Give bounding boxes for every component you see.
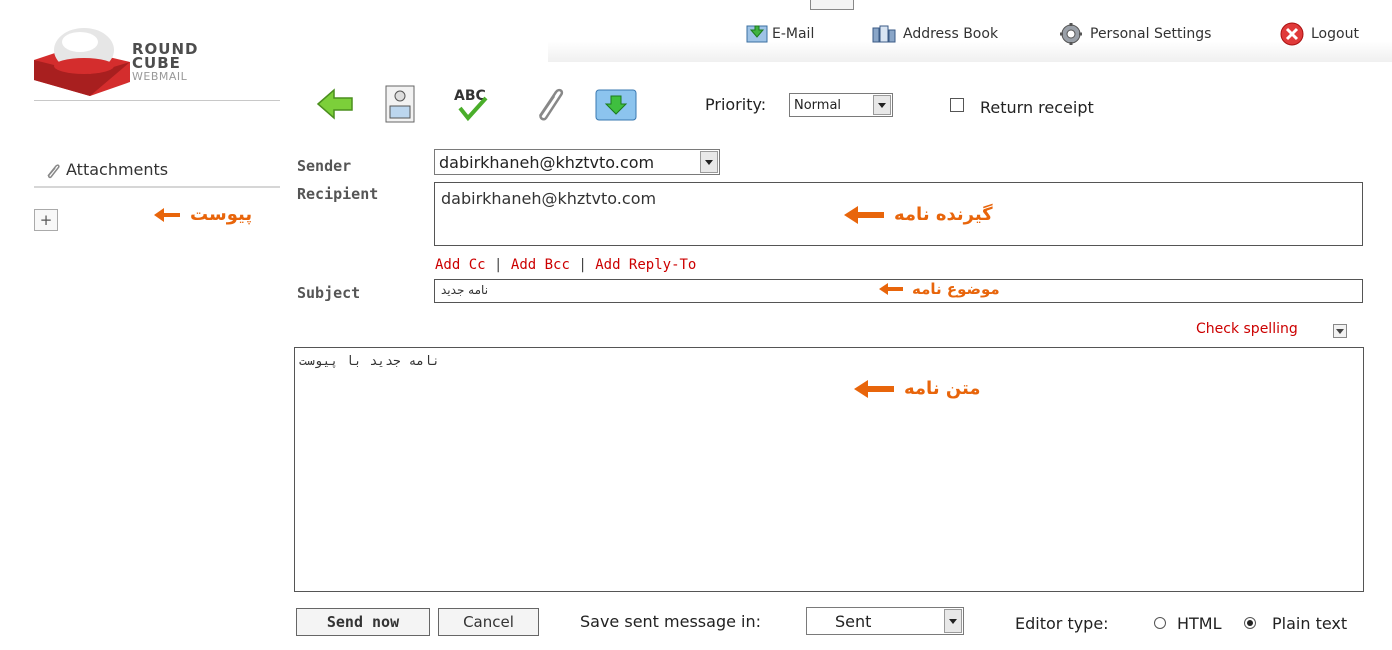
priority-value: Normal xyxy=(794,97,842,113)
editor-type-label: Editor type: xyxy=(1015,614,1109,633)
sender-value: dabirkhaneh@khztvto.com xyxy=(439,152,655,172)
save-sent-label: Save sent message in: xyxy=(580,612,762,631)
nav-logout[interactable]: Logout xyxy=(1279,22,1359,46)
subject-annotation-text: موضوع نامه xyxy=(912,280,1000,298)
add-header-links: Add Cc | Add Bcc | Add Reply-To xyxy=(435,257,696,273)
nav-email[interactable]: E-Mail xyxy=(746,22,814,46)
separator: | xyxy=(494,257,503,273)
add-attachment-button[interactable]: + xyxy=(34,209,58,231)
arrow-left-icon xyxy=(844,205,884,224)
editor-html-radio[interactable] xyxy=(1154,617,1166,629)
logout-icon xyxy=(1280,22,1304,46)
body-annotation: متن نامه xyxy=(852,378,981,399)
recipient-annotation-text: گیرنده نامه xyxy=(894,204,993,225)
recipient-label: Recipient xyxy=(297,185,379,203)
recipient-annotation: گیرنده نامه xyxy=(842,204,993,225)
subject-value: نامه جدید xyxy=(441,283,489,297)
paperclip-icon xyxy=(538,88,564,121)
add-bcc-link[interactable]: Add Bcc xyxy=(511,257,570,273)
attachment-annotation: پیوست xyxy=(152,204,252,225)
send-now-button[interactable]: Send now xyxy=(296,608,430,636)
check-spelling-link[interactable]: Check spelling xyxy=(1196,321,1298,337)
return-receipt-checkbox[interactable] xyxy=(950,98,964,112)
insert-response-button[interactable] xyxy=(594,82,638,126)
chevron-down-icon xyxy=(700,151,718,173)
attach-button[interactable] xyxy=(526,82,570,126)
body-annotation-text: متن نامه xyxy=(904,378,981,399)
save-sent-folder-select[interactable]: Sent xyxy=(806,607,964,635)
logo-text-cube: CUBE xyxy=(132,54,181,72)
return-receipt-label: Return receipt xyxy=(980,98,1094,117)
recipient-value: dabirkhaneh@khztvto.com xyxy=(441,189,657,208)
add-cc-link[interactable]: Add Cc xyxy=(435,257,486,273)
attachment-annotation-text: پیوست xyxy=(190,204,253,225)
arrow-left-icon xyxy=(854,379,894,398)
back-arrow-icon xyxy=(316,88,353,120)
spelling-language-dropdown[interactable] xyxy=(1333,324,1347,338)
sender-label: Sender xyxy=(297,157,352,175)
chevron-down-icon xyxy=(873,95,891,115)
spellcheck-icon: ABC xyxy=(454,88,488,122)
plus-icon: + xyxy=(39,211,53,229)
save-sent-folder-value: Sent xyxy=(835,611,872,631)
attachments-divider xyxy=(34,186,280,188)
logo-divider xyxy=(34,100,280,101)
chevron-down-icon xyxy=(944,609,962,633)
sender-select[interactable]: dabirkhaneh@khztvto.com xyxy=(434,149,720,175)
spellcheck-button[interactable]: ABC xyxy=(450,82,494,126)
download-folder-icon xyxy=(595,89,637,121)
nav-address-book-label: Address Book xyxy=(903,26,999,42)
nav-logout-label: Logout xyxy=(1311,26,1359,42)
arrow-left-icon xyxy=(879,283,903,295)
editor-html-label: HTML xyxy=(1177,614,1222,633)
address-book-icon xyxy=(872,25,896,43)
paperclip-small-icon xyxy=(47,164,60,179)
cancel-button[interactable]: Cancel xyxy=(438,608,539,636)
editor-plain-label: Plain text xyxy=(1272,614,1348,633)
floppy-save-icon xyxy=(385,85,415,123)
nav-personal-settings[interactable]: Personal Settings xyxy=(1058,22,1211,46)
priority-label: Priority: xyxy=(705,95,767,114)
nav-email-label: E-Mail xyxy=(772,26,815,42)
logo-text-webmail: WEBMAIL xyxy=(132,70,188,83)
separator: | xyxy=(578,257,587,273)
gear-icon xyxy=(1060,23,1082,45)
window-tab-stub xyxy=(810,0,854,10)
arrow-left-icon xyxy=(154,207,180,222)
attachments-title: Attachments xyxy=(66,160,169,179)
back-button[interactable] xyxy=(314,82,358,126)
chevron-down-icon xyxy=(1336,328,1344,334)
save-draft-button[interactable] xyxy=(378,82,422,126)
subject-annotation: موضوع نامه xyxy=(878,280,1000,298)
nav-address-book[interactable]: Address Book xyxy=(871,22,998,46)
editor-plain-radio[interactable] xyxy=(1244,617,1256,629)
logo-text: ROUND CUBE WEBMAIL xyxy=(132,42,199,84)
nav-personal-settings-label: Personal Settings xyxy=(1090,26,1212,42)
add-reply-to-link[interactable]: Add Reply-To xyxy=(595,257,696,273)
message-body-value: نامه جدید با پیوست xyxy=(299,354,440,369)
message-body-textarea[interactable]: نامه جدید با پیوست xyxy=(294,347,1364,592)
subject-label: Subject xyxy=(297,284,361,302)
priority-select[interactable]: Normal xyxy=(789,93,893,117)
email-icon xyxy=(746,25,768,43)
